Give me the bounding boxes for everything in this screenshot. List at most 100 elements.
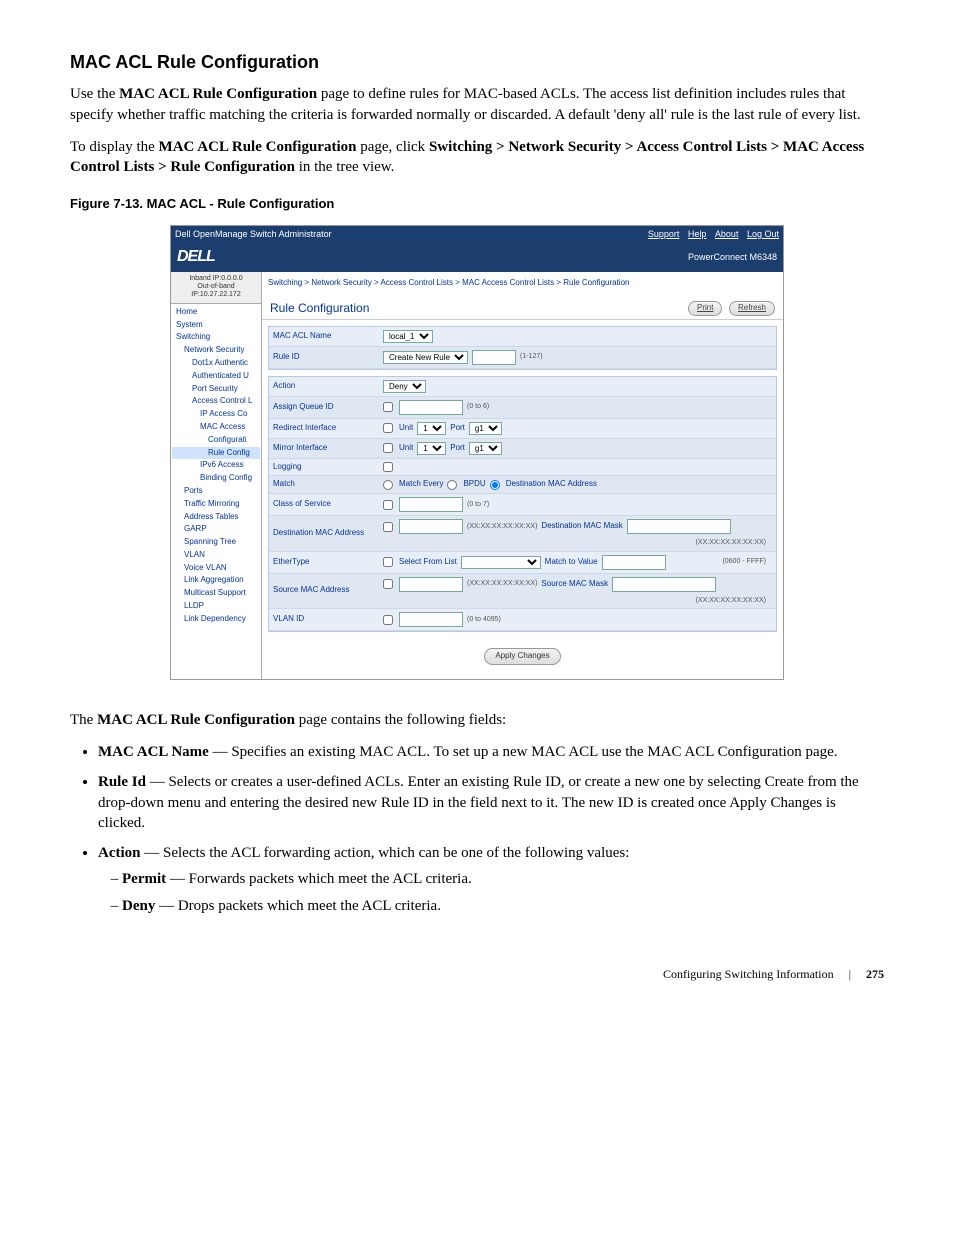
tree-item[interactable]: Ports <box>172 485 260 498</box>
input-vlan[interactable] <box>399 612 463 627</box>
input-cos[interactable] <box>399 497 463 512</box>
text: To display the <box>70 139 159 155</box>
checkbox-cos[interactable] <box>383 500 393 510</box>
tree-item[interactable]: Switching <box>172 331 260 344</box>
field-name: Action <box>98 845 141 861</box>
tree-item[interactable]: MAC Access <box>172 421 260 434</box>
select-redirect-port[interactable]: g1 <box>469 422 502 435</box>
link-help[interactable]: Help <box>688 229 707 239</box>
label-logging: Logging <box>273 462 383 473</box>
hint-cos: (0 to 7) <box>467 500 489 509</box>
fields-intro: The MAC ACL Rule Configuration page cont… <box>70 710 884 730</box>
select-mirror-unit[interactable]: 1 <box>417 442 446 455</box>
radio-bpdu[interactable] <box>447 480 457 490</box>
print-button[interactable]: Print <box>688 301 722 316</box>
tree-item[interactable]: Home <box>172 306 260 319</box>
radio-match-every[interactable] <box>383 480 393 490</box>
input-dmac-mask[interactable] <box>627 519 731 534</box>
sub-list: Permit — Forwards packets which meet the… <box>122 869 884 916</box>
tree-item[interactable]: System <box>172 319 260 332</box>
tree-item[interactable]: VLAN <box>172 549 260 562</box>
checkbox-dmac[interactable] <box>383 522 393 532</box>
tree-item[interactable]: Link Aggregation <box>172 574 260 587</box>
select-redirect-unit[interactable]: 1 <box>417 422 446 435</box>
input-ethertype[interactable] <box>602 555 666 570</box>
label-queue: Assign Queue ID <box>273 402 383 413</box>
text: page contains the following fields: <box>295 712 506 728</box>
page-number: 275 <box>866 967 884 981</box>
tree-item[interactable]: GARP <box>172 523 260 536</box>
checkbox-smac[interactable] <box>383 579 393 589</box>
tree-item[interactable]: IP Access Co <box>172 408 260 421</box>
label-dmac-mask: Destination MAC Mask <box>541 521 622 532</box>
apply-changes-button[interactable]: Apply Changes <box>484 648 560 665</box>
tree-item[interactable]: Link Dependency <box>172 613 260 626</box>
text-bold: MAC ACL Rule Configuration <box>97 712 295 728</box>
select-ethertype[interactable] <box>461 556 541 569</box>
field-desc: — Selects the ACL forwarding action, whi… <box>141 845 630 861</box>
hint-smac: (XX:XX:XX:XX:XX:XX) <box>467 579 537 588</box>
field-name: Deny <box>122 898 155 914</box>
input-queue[interactable] <box>399 400 463 415</box>
label-smac: Source MAC Address <box>273 585 383 596</box>
tree-item[interactable]: Configurati <box>172 434 260 447</box>
panel-title: Rule Configuration <box>270 300 369 316</box>
tree-item[interactable]: IPv6 Access <box>172 459 260 472</box>
link-support[interactable]: Support <box>648 229 680 239</box>
tree-item[interactable]: Address Tables <box>172 511 260 524</box>
select-rule-id[interactable]: Create New Rule <box>383 351 468 364</box>
tree-item[interactable]: LLDP <box>172 600 260 613</box>
input-rule-id[interactable] <box>472 350 516 365</box>
opt-match-every: Match Every <box>399 479 443 490</box>
input-smac[interactable] <box>399 577 463 592</box>
checkbox-logging[interactable] <box>383 462 393 472</box>
tree-item[interactable]: Port Security <box>172 383 260 396</box>
label-vlan: VLAN ID <box>273 614 383 625</box>
select-action[interactable]: Deny <box>383 380 426 393</box>
tree-item[interactable]: Dot1x Authentic <box>172 357 260 370</box>
refresh-button[interactable]: Refresh <box>729 301 775 316</box>
oob-ip: Out-of-band IP:10.27.22.172 <box>172 283 260 300</box>
breadcrumb: Switching > Network Security > Access Co… <box>262 272 783 295</box>
link-about[interactable]: About <box>715 229 739 239</box>
nav-tree: HomeSystemSwitchingNetwork SecurityDot1x… <box>171 304 261 628</box>
tree-item[interactable]: Spanning Tree <box>172 536 260 549</box>
list-item: Deny — Drops packets which meet the ACL … <box>122 896 884 916</box>
select-mac-acl-name[interactable]: local_1 <box>383 330 433 343</box>
radio-dmac[interactable] <box>490 480 500 490</box>
text-bold: MAC ACL Rule Configuration <box>159 139 357 155</box>
screenshot: Dell OpenManage Switch Administrator Sup… <box>170 225 784 680</box>
inband-ip: Inband IP:0.0.0.0 <box>172 275 260 283</box>
text: page, click <box>356 139 428 155</box>
page-footer: Configuring Switching Information | 275 <box>70 966 884 982</box>
tree-item[interactable]: Voice VLAN <box>172 562 260 575</box>
config-block-2: Action Deny Assign Queue ID (0 to 6) Red… <box>268 376 777 632</box>
checkbox-queue[interactable] <box>383 402 393 412</box>
tree-item[interactable]: Binding Config <box>172 472 260 485</box>
list-item: Rule Id — Selects or creates a user-defi… <box>98 772 884 833</box>
sidebar: Inband IP:0.0.0.0 Out-of-band IP:10.27.2… <box>171 272 262 679</box>
list-item: MAC ACL Name — Specifies an existing MAC… <box>98 742 884 762</box>
link-logout[interactable]: Log Out <box>747 229 779 239</box>
checkbox-redirect[interactable] <box>383 423 393 433</box>
tree-item[interactable]: Traffic Mirroring <box>172 498 260 511</box>
tree-item[interactable]: Access Control L <box>172 395 260 408</box>
input-smac-mask[interactable] <box>612 577 716 592</box>
tree-item[interactable]: Multicast Support <box>172 587 260 600</box>
tree-item[interactable]: Network Security <box>172 344 260 357</box>
sidebar-ip: Inband IP:0.0.0.0 Out-of-band IP:10.27.2… <box>171 272 261 304</box>
input-dmac[interactable] <box>399 519 463 534</box>
select-mirror-port[interactable]: g1 <box>469 442 502 455</box>
brand-bar: DELL PowerConnect M6348 <box>171 242 783 272</box>
tree-item[interactable]: Rule Config <box>172 447 260 460</box>
label-mirror: Mirror Interface <box>273 443 383 454</box>
checkbox-vlan[interactable] <box>383 615 393 625</box>
tree-item[interactable]: Authenticated U <box>172 370 260 383</box>
checkbox-mirror[interactable] <box>383 443 393 453</box>
text: in the tree view. <box>295 159 394 175</box>
label-mac-acl-name: MAC ACL Name <box>273 331 383 342</box>
hint-rule-id: (1-127) <box>520 352 543 361</box>
fields-list: MAC ACL Name — Specifies an existing MAC… <box>98 742 884 916</box>
device-model: PowerConnect M6348 <box>688 251 777 263</box>
checkbox-ethertype[interactable] <box>383 557 393 567</box>
